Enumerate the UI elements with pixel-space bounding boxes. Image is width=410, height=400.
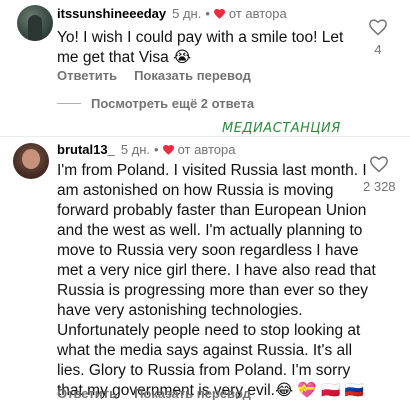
comment-text: I'm from Poland. I visited Russia last m… [57,162,376,399]
username[interactable]: itssunshineeeday [57,6,166,21]
timestamp: 5 дн. [120,142,151,157]
username[interactable]: brutal13_ [57,142,115,157]
comment-actions: Ответить Показать перевод [57,68,268,83]
comment-actions: Ответить Показать перевод [57,386,268,400]
comment-text: Yo! I wish I could pay with a smile too!… [57,29,344,66]
reply-button[interactable]: Ответить [57,386,117,400]
avatar[interactable] [17,5,53,41]
author-liked-label: от автора [228,6,287,21]
view-more-replies[interactable]: Посмотреть ещё 2 ответа [57,96,254,111]
author-liked-label: от автора [177,142,236,157]
heart-outline-icon[interactable] [369,19,387,36]
divider [0,136,410,137]
separator-dot: • [154,142,159,157]
separator-dot: • [205,6,210,21]
show-translation-button[interactable]: Показать перевод [134,386,251,400]
replies-line [57,103,81,104]
author-heart-icon [162,144,174,155]
comment-header: brutal13_ 5 дн. • от автора [57,142,235,157]
like-column: 4 [369,19,387,57]
view-more-replies-label[interactable]: Посмотреть ещё 2 ответа [91,96,254,111]
reply-button[interactable]: Ответить [57,68,117,83]
like-count: 2 328 [363,179,396,194]
like-count: 4 [374,42,382,57]
avatar[interactable] [13,143,49,179]
comment-header: itssunshineeeday 5 дн. • от автора [57,6,287,21]
show-translation-button[interactable]: Показать перевод [134,68,251,83]
author-heart-icon [213,8,225,19]
watermark: МЕДИАСТАНЦИЯ [222,121,341,136]
heart-outline-icon[interactable] [370,156,389,173]
timestamp: 5 дн. [172,6,202,21]
like-column: 2 328 [363,156,396,194]
